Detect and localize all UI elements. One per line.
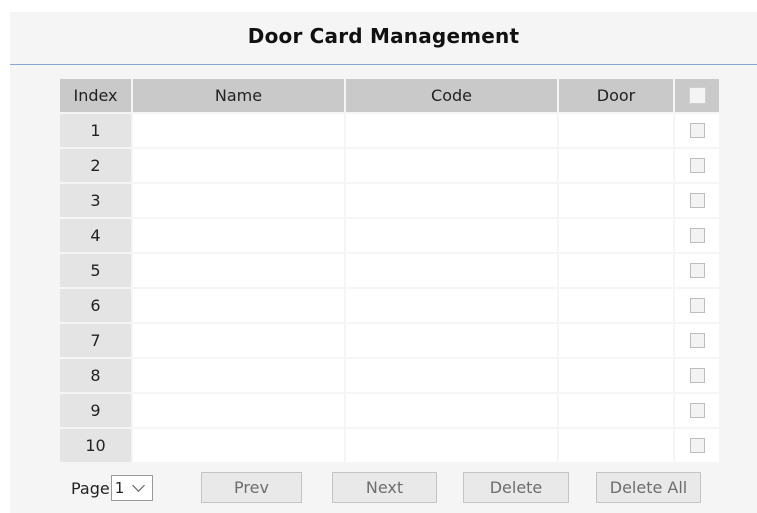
column-header-code: Code (346, 79, 557, 112)
delete-button[interactable]: Delete (463, 472, 569, 503)
column-header-select (675, 79, 719, 112)
name-cell[interactable] (133, 219, 344, 252)
row-select-cell (675, 184, 719, 217)
code-cell[interactable] (346, 289, 557, 322)
row-select-cell (675, 254, 719, 287)
row-select-cell (675, 359, 719, 392)
code-cell[interactable] (346, 149, 557, 182)
door-cell[interactable] (559, 219, 673, 252)
code-cell[interactable] (346, 254, 557, 287)
next-button[interactable]: Next (332, 472, 437, 503)
door-cell[interactable] (559, 394, 673, 427)
row-checkbox[interactable] (689, 193, 705, 208)
door-card-table: Index Name Code Door 1 2 3 4 5 6 7 8 9 10 (60, 79, 719, 462)
name-cell[interactable] (133, 429, 344, 462)
row-select-cell (675, 114, 719, 147)
chevron-down-icon (132, 479, 146, 492)
row-checkbox[interactable] (689, 333, 705, 348)
pagination-bar: Page 1 (71, 473, 153, 503)
name-cell[interactable] (133, 394, 344, 427)
door-cell[interactable] (559, 114, 673, 147)
row-checkbox[interactable] (689, 158, 705, 173)
row-index: 7 (60, 324, 131, 357)
row-checkbox[interactable] (689, 123, 705, 138)
door-cell[interactable] (559, 254, 673, 287)
door-cell[interactable] (559, 289, 673, 322)
page-select[interactable]: 1 (110, 475, 153, 501)
row-select-cell (675, 149, 719, 182)
code-cell[interactable] (346, 219, 557, 252)
row-checkbox[interactable] (689, 403, 705, 418)
code-cell[interactable] (346, 394, 557, 427)
code-cell[interactable] (346, 359, 557, 392)
row-select-cell (675, 324, 719, 357)
row-select-cell (675, 394, 719, 427)
column-header-index: Index (60, 79, 131, 112)
row-index: 6 (60, 289, 131, 322)
row-index: 10 (60, 429, 131, 462)
row-index: 8 (60, 359, 131, 392)
name-cell[interactable] (133, 149, 344, 182)
door-cell[interactable] (559, 429, 673, 462)
page-label: Page (71, 478, 110, 498)
door-cell[interactable] (559, 149, 673, 182)
row-select-cell (675, 289, 719, 322)
row-checkbox[interactable] (689, 298, 705, 313)
delete-all-button[interactable]: Delete All (596, 472, 701, 503)
door-cell[interactable] (559, 359, 673, 392)
row-checkbox[interactable] (689, 263, 705, 278)
door-cell[interactable] (559, 184, 673, 217)
prev-button[interactable]: Prev (201, 472, 302, 503)
column-header-name: Name (133, 79, 344, 112)
row-index: 1 (60, 114, 131, 147)
column-header-door: Door (559, 79, 673, 112)
row-index: 2 (60, 149, 131, 182)
code-cell[interactable] (346, 114, 557, 147)
title-divider (10, 64, 757, 65)
select-all-checkbox[interactable] (688, 87, 706, 104)
row-checkbox[interactable] (689, 228, 705, 243)
name-cell[interactable] (133, 254, 344, 287)
door-cell[interactable] (559, 324, 673, 357)
name-cell[interactable] (133, 114, 344, 147)
name-cell[interactable] (133, 359, 344, 392)
row-index: 3 (60, 184, 131, 217)
row-select-cell (675, 219, 719, 252)
code-cell[interactable] (346, 184, 557, 217)
name-cell[interactable] (133, 184, 344, 217)
row-checkbox[interactable] (689, 368, 705, 383)
page-select-value: 1 (114, 479, 125, 497)
name-cell[interactable] (133, 324, 344, 357)
row-index: 9 (60, 394, 131, 427)
row-select-cell (675, 429, 719, 462)
row-index: 4 (60, 219, 131, 252)
row-index: 5 (60, 254, 131, 287)
code-cell[interactable] (346, 324, 557, 357)
page-title: Door Card Management (247, 24, 520, 48)
name-cell[interactable] (133, 289, 344, 322)
row-checkbox[interactable] (689, 438, 705, 453)
code-cell[interactable] (346, 429, 557, 462)
